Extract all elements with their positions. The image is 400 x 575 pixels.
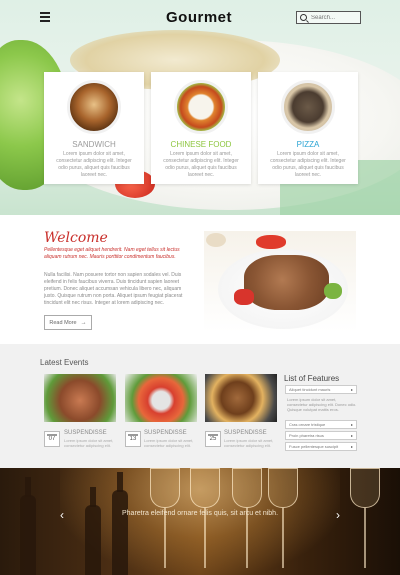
pizza-image [281,80,335,134]
events-heading: Latest Events [40,358,89,367]
event-title[interactable]: SUSPENDISSE [144,430,187,436]
event-day: 07 [48,436,56,442]
bottle-image [112,472,128,575]
welcome-intro: Pellentesque eget aliquet hendrerit. Nam… [44,247,180,260]
read-more-button[interactable]: Read More → [44,315,92,330]
event-title[interactable]: SUSPENDISSE [224,430,267,436]
chevron-right-icon: ▸ [350,433,353,438]
event-date-calendar-icon: 25 [205,431,221,447]
wine-glass-image [190,468,220,575]
event-day: 13 [129,436,137,442]
event-description: Lorem ipsum dolor sit amet, consectetur … [64,438,114,448]
feature-item[interactable]: Cras ornare tristique ▸ [285,420,357,429]
event-title[interactable]: SUSPENDISSE [64,430,107,436]
slider-next-arrow-icon[interactable]: › [336,508,340,522]
event-image[interactable] [125,374,197,422]
hamburger-menu-icon[interactable] [40,12,50,22]
chevron-right-icon: ▸ [350,387,353,392]
card-title[interactable]: CHINESE FOOD [151,140,251,149]
food-card-pizza[interactable]: PIZZA Lorem ipsum dolor sit amet, consec… [258,72,358,184]
card-description: Lorem ipsum dolor sit amet, consectetur … [163,151,239,178]
nut-image [206,233,226,247]
wine-glass-image [150,468,180,575]
event-description: Lorem ipsum dolor sit amet, consectetur … [224,438,274,448]
event-image[interactable] [44,374,116,422]
event-date-calendar-icon: 13 [125,431,141,447]
feature-item[interactable]: Proin pharetra risus ▸ [285,431,357,440]
welcome-body: Nulla facilisi. Nam posuere tortor non s… [44,272,183,306]
chevron-right-icon: ▸ [350,422,353,427]
event-image[interactable] [205,374,277,422]
feature-label: Cras ornare tristique [289,422,326,427]
slider-caption: Pharetra eleifend ornare felis quis, sit… [121,510,279,517]
search-input[interactable] [311,14,359,21]
welcome-heading: Welcome [44,230,108,246]
features-heading: List of Features [284,374,340,383]
food-card-sandwich[interactable]: SANDWICH Lorem ipsum dolor sit amet, con… [44,72,144,184]
card-title[interactable]: SANDWICH [44,140,144,149]
site-header: Gourmet [0,0,400,38]
wine-glass-image [350,468,380,575]
bottle-image [20,477,36,575]
feature-label: Aliquet tincidunt mauris [289,387,331,392]
sandwich-image [67,80,121,134]
chinese-food-image [174,80,228,134]
pepper-image [324,283,342,299]
feature-item[interactable]: Aliquet tincidunt mauris ▸ [285,385,357,394]
feature-label: Proin pharetra risus [289,433,324,438]
arrow-right-icon: → [80,319,87,326]
event-date-calendar-icon: 07 [44,431,60,447]
event-description: Lorem ipsum dolor sit amet, consectetur … [144,438,194,448]
site-logo[interactable]: Gourmet [166,9,232,26]
slider-prev-arrow-icon[interactable]: ‹ [60,508,64,522]
food-card-chinese[interactable]: CHINESE FOOD Lorem ipsum dolor sit amet,… [151,72,251,184]
pepper-image [234,289,254,305]
search-box[interactable] [296,11,361,24]
pepper-image [256,235,286,249]
feature-description: Lorem ipsum dolor sit amet, consectetur … [287,397,357,412]
read-more-label: Read More [49,319,77,326]
welcome-dish-image [204,231,356,332]
chevron-right-icon: ▸ [350,444,353,449]
search-icon[interactable] [300,14,307,21]
wine-glass-image [232,468,262,575]
event-day: 25 [209,436,217,442]
meat-image [244,255,329,310]
feature-label: Fusce pellentesque suscipit [289,444,339,449]
wine-glass-image [268,468,298,575]
card-title[interactable]: PIZZA [258,140,358,149]
card-description: Lorem ipsum dolor sit amet, consectetur … [270,151,346,178]
feature-item[interactable]: Fusce pellentesque suscipit ▸ [285,442,357,451]
card-description: Lorem ipsum dolor sit amet, consectetur … [56,151,132,178]
